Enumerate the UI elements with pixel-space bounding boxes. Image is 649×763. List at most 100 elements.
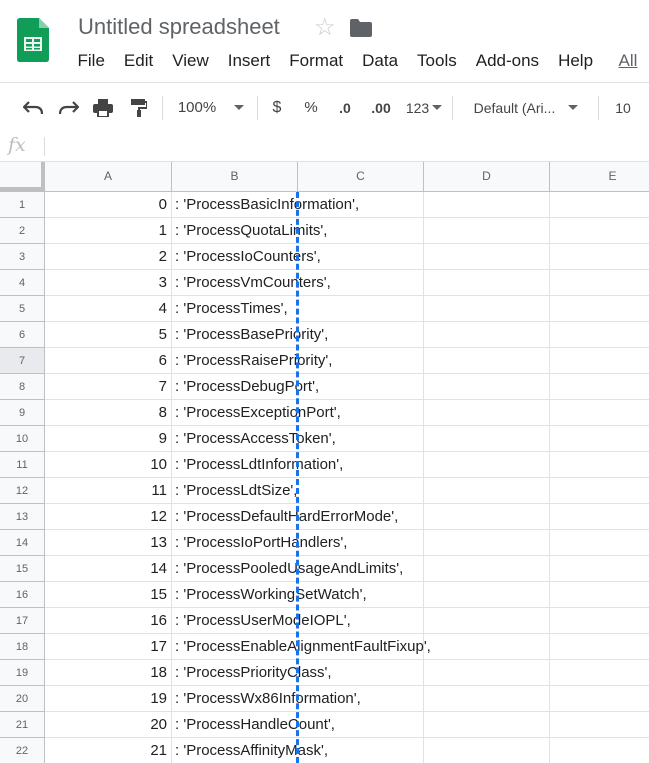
cell-b[interactable]: : 'ProcessDefaultHardErrorMode', — [172, 504, 398, 530]
row-header[interactable]: 19 — [0, 660, 45, 686]
cell-a[interactable]: 2 — [45, 244, 172, 270]
row-header[interactable]: 9 — [0, 400, 45, 426]
cell-d[interactable] — [424, 322, 550, 348]
cell-a[interactable]: 17 — [45, 634, 172, 660]
cell-b[interactable]: : 'ProcessRaisePriority', — [172, 348, 332, 374]
cell-a[interactable]: 11 — [45, 478, 172, 504]
sheets-logo-icon[interactable] — [17, 18, 49, 62]
cell-d[interactable] — [424, 400, 550, 426]
cell-e[interactable] — [550, 322, 649, 348]
cell-a[interactable]: 15 — [45, 582, 172, 608]
row-header[interactable]: 16 — [0, 582, 45, 608]
cell-d[interactable] — [424, 296, 550, 322]
undo-icon[interactable] — [20, 83, 46, 132]
cell-a[interactable]: 3 — [45, 270, 172, 296]
cell-a[interactable]: 14 — [45, 556, 172, 582]
redo-icon[interactable] — [56, 83, 82, 132]
cell-d[interactable] — [424, 244, 550, 270]
cell-d[interactable] — [424, 738, 550, 763]
cell-b[interactable]: : 'ProcessLdtInformation', — [172, 452, 343, 478]
cell-a[interactable]: 7 — [45, 374, 172, 400]
cell-d[interactable] — [424, 660, 550, 686]
menu-data[interactable]: Data — [353, 51, 408, 73]
cell-d[interactable] — [424, 218, 550, 244]
cell-a[interactable]: 6 — [45, 348, 172, 374]
cell-e[interactable] — [550, 686, 649, 712]
cell-a[interactable]: 5 — [45, 322, 172, 348]
cell-d[interactable] — [424, 634, 550, 660]
cell-e[interactable] — [550, 296, 649, 322]
cell-b[interactable]: : 'ProcessUserModeIOPL', — [172, 608, 351, 634]
cell-e[interactable] — [550, 608, 649, 634]
cell-b[interactable]: : 'ProcessBasePriority', — [172, 322, 328, 348]
cell-c[interactable] — [298, 296, 424, 322]
cell-e[interactable] — [550, 192, 649, 218]
column-resize-guide[interactable] — [296, 192, 299, 763]
cell-a[interactable]: 13 — [45, 530, 172, 556]
row-header[interactable]: 21 — [0, 712, 45, 738]
cell-e[interactable] — [550, 660, 649, 686]
cell-e[interactable] — [550, 244, 649, 270]
cell-d[interactable] — [424, 608, 550, 634]
paint-format-icon[interactable] — [126, 83, 152, 132]
cell-a[interactable]: 1 — [45, 218, 172, 244]
cell-b[interactable]: : 'ProcessHandleCount', — [172, 712, 335, 738]
cell-d[interactable] — [424, 426, 550, 452]
cell-e[interactable] — [550, 400, 649, 426]
cell-a[interactable]: 19 — [45, 686, 172, 712]
row-header[interactable]: 11 — [0, 452, 45, 478]
row-header[interactable]: 4 — [0, 270, 45, 296]
row-header[interactable]: 13 — [0, 504, 45, 530]
row-header[interactable]: 2 — [0, 218, 45, 244]
cell-c[interactable] — [298, 478, 424, 504]
row-header[interactable]: 22 — [0, 738, 45, 763]
row-header[interactable]: 17 — [0, 608, 45, 634]
menu-file[interactable]: File — [68, 51, 114, 73]
cell-e[interactable] — [550, 582, 649, 608]
cell-a[interactable]: 12 — [45, 504, 172, 530]
menu-tools[interactable]: Tools — [408, 51, 467, 73]
row-header[interactable]: 15 — [0, 556, 45, 582]
cell-b[interactable]: : 'ProcessExceptionPort', — [172, 400, 341, 426]
more-formats-select[interactable]: 123 — [402, 83, 446, 132]
menu-edit[interactable]: Edit — [114, 51, 162, 73]
menu-insert[interactable]: Insert — [218, 51, 280, 73]
all-changes-link[interactable]: All — [603, 51, 647, 73]
cell-d[interactable] — [424, 712, 550, 738]
cell-e[interactable] — [550, 504, 649, 530]
cell-b[interactable]: : 'ProcessDebugPort', — [172, 374, 319, 400]
cell-d[interactable] — [424, 556, 550, 582]
cell-a[interactable]: 16 — [45, 608, 172, 634]
cell-e[interactable] — [550, 426, 649, 452]
cell-a[interactable]: 18 — [45, 660, 172, 686]
cell-b[interactable]: : 'ProcessPriorityClass', — [172, 660, 332, 686]
cell-a[interactable]: 0 — [45, 192, 172, 218]
cell-b[interactable]: : 'ProcessVmCounters', — [172, 270, 331, 296]
row-header[interactable]: 14 — [0, 530, 45, 556]
cell-b[interactable]: : 'ProcessAccessToken', — [172, 426, 336, 452]
cell-d[interactable] — [424, 582, 550, 608]
cell-e[interactable] — [550, 478, 649, 504]
column-header-d[interactable]: D — [424, 162, 550, 191]
column-header-e[interactable]: E — [550, 162, 649, 191]
cell-d[interactable] — [424, 504, 550, 530]
cell-e[interactable] — [550, 452, 649, 478]
cell-b[interactable]: : 'ProcessAffinityMask', — [172, 738, 328, 763]
row-header[interactable]: 20 — [0, 686, 45, 712]
row-header[interactable]: 5 — [0, 296, 45, 322]
row-header[interactable]: 1 — [0, 192, 45, 218]
row-header[interactable]: 12 — [0, 478, 45, 504]
cell-d[interactable] — [424, 374, 550, 400]
cell-d[interactable] — [424, 478, 550, 504]
cell-b[interactable]: : 'ProcessWx86Information', — [172, 686, 361, 712]
row-header[interactable]: 7 — [0, 348, 45, 374]
star-icon[interactable]: ☆ — [314, 13, 336, 42]
cell-b[interactable]: : 'ProcessIoCounters', — [172, 244, 321, 270]
cell-d[interactable] — [424, 452, 550, 478]
folder-icon[interactable] — [350, 19, 372, 42]
row-header[interactable]: 6 — [0, 322, 45, 348]
font-family-select[interactable]: Default (Ari... — [464, 83, 588, 132]
cell-a[interactable]: 20 — [45, 712, 172, 738]
cell-b[interactable]: : 'ProcessBasicInformation', — [172, 192, 359, 218]
cell-b[interactable]: : 'ProcessEnableAlignmentFaultFixup', — [172, 634, 431, 660]
